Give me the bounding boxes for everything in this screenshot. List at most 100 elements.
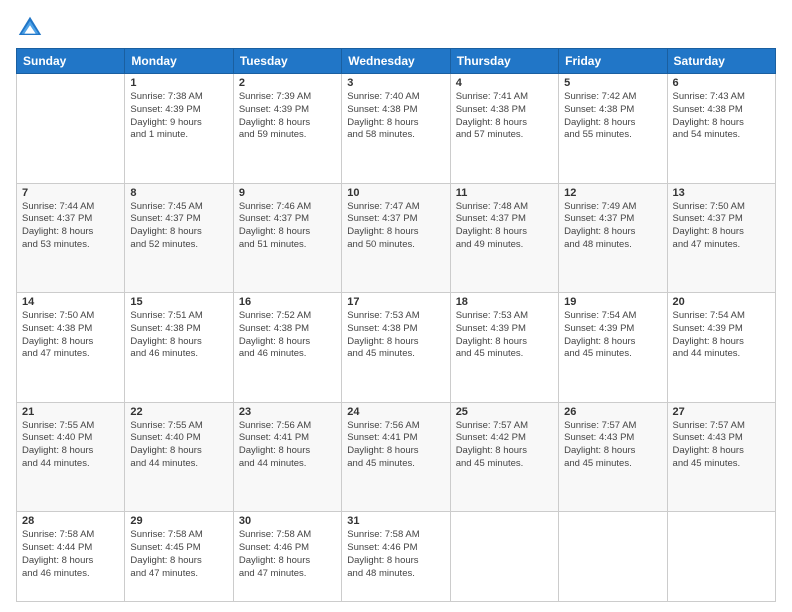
calendar-cell-w3-d4: 18Sunrise: 7:53 AM Sunset: 4:39 PM Dayli… [450, 293, 558, 403]
calendar-cell-w5-d2: 30 Sunrise: 7:58 AM Sunset: 4:46 PM Dayli… [233, 512, 341, 602]
day-number: 5 [564, 77, 661, 89]
day-number: 15 [130, 296, 227, 308]
calendar-cell-w1-d3: 3Sunrise: 7:40 AM Sunset: 4:38 PM Daylig… [342, 74, 450, 184]
weekday-header-friday: Friday [559, 49, 667, 74]
day-number: 1 [130, 77, 227, 89]
day-info: Sunrise: 7:58 AM Sunset: 4:46 PM Dayligh… [239, 529, 336, 580]
day-info: Sunrise: 7:44 AM Sunset: 4:37 PM Dayligh… [22, 201, 119, 252]
day-number: 6 [673, 77, 770, 89]
calendar-cell-w5-d6 [667, 512, 775, 602]
day-info: Sunrise: 7:56 AM Sunset: 4:41 PM Dayligh… [239, 420, 336, 471]
calendar-cell-w4-d5: 26 Sunrise: 7:57 AM Sunset: 4:43 PM Dayli… [559, 402, 667, 512]
day-info: Sunrise: 7:56 AM Sunset: 4:41 PM Dayligh… [347, 420, 444, 471]
calendar-cell-w3-d1: 15 Sunrise: 7:51 AM Sunset: 4:38 PM Dayli… [125, 293, 233, 403]
day-number: 21 [22, 406, 119, 418]
day-info: Sunrise: 7:42 AM Sunset: 4:38 PM Dayligh… [564, 91, 661, 142]
day-number: 24 [347, 406, 444, 418]
day-number: 12 [564, 187, 661, 199]
day-info: Sunrise: 7:41 AM Sunset: 4:38 PM Dayligh… [456, 91, 553, 142]
calendar-table: SundayMondayTuesdayWednesdayThursdayFrid… [16, 48, 776, 602]
calendar-cell-w1-d4: 4 Sunrise: 7:41 AM Sunset: 4:38 PM Daylig… [450, 74, 558, 184]
calendar-cell-w1-d1: 1 Sunrise: 7:38 AM Sunset: 4:39 PM Daylig… [125, 74, 233, 184]
calendar-cell-w2-d2: 9Sunrise: 7:46 AM Sunset: 4:37 PM Daylig… [233, 183, 341, 293]
day-number: 28 [22, 515, 119, 527]
weekday-row: SundayMondayTuesdayWednesdayThursdayFrid… [17, 49, 776, 74]
day-number: 25 [456, 406, 553, 418]
day-number: 11 [456, 187, 553, 199]
calendar-week-1: 1 Sunrise: 7:38 AM Sunset: 4:39 PM Daylig… [17, 74, 776, 184]
day-number: 26 [564, 406, 661, 418]
weekday-header-thursday: Thursday [450, 49, 558, 74]
day-info: Sunrise: 7:48 AM Sunset: 4:37 PM Dayligh… [456, 201, 553, 252]
page: SundayMondayTuesdayWednesdayThursdayFrid… [0, 0, 792, 612]
day-number: 2 [239, 77, 336, 89]
day-info: Sunrise: 7:52 AM Sunset: 4:38 PM Dayligh… [239, 310, 336, 361]
day-number: 10 [347, 187, 444, 199]
day-info: Sunrise: 7:50 AM Sunset: 4:38 PM Dayligh… [22, 310, 119, 361]
day-number: 20 [673, 296, 770, 308]
day-info: Sunrise: 7:55 AM Sunset: 4:40 PM Dayligh… [22, 420, 119, 471]
day-info: Sunrise: 7:38 AM Sunset: 4:39 PM Dayligh… [130, 91, 227, 142]
calendar-week-4: 21 Sunrise: 7:55 AM Sunset: 4:40 PM Dayli… [17, 402, 776, 512]
day-info: Sunrise: 7:57 AM Sunset: 4:43 PM Dayligh… [564, 420, 661, 471]
calendar-cell-w4-d4: 25 Sunrise: 7:57 AM Sunset: 4:42 PM Dayli… [450, 402, 558, 512]
calendar-cell-w4-d0: 21 Sunrise: 7:55 AM Sunset: 4:40 PM Dayli… [17, 402, 125, 512]
calendar-cell-w3-d2: 16 Sunrise: 7:52 AM Sunset: 4:38 PM Dayli… [233, 293, 341, 403]
day-info: Sunrise: 7:57 AM Sunset: 4:43 PM Dayligh… [673, 420, 770, 471]
day-info: Sunrise: 7:39 AM Sunset: 4:39 PM Dayligh… [239, 91, 336, 142]
calendar-cell-w3-d0: 14 Sunrise: 7:50 AM Sunset: 4:38 PM Dayli… [17, 293, 125, 403]
day-number: 19 [564, 296, 661, 308]
day-number: 16 [239, 296, 336, 308]
day-info: Sunrise: 7:57 AM Sunset: 4:42 PM Dayligh… [456, 420, 553, 471]
weekday-header-saturday: Saturday [667, 49, 775, 74]
calendar-cell-w4-d2: 23 Sunrise: 7:56 AM Sunset: 4:41 PM Dayli… [233, 402, 341, 512]
day-number: 14 [22, 296, 119, 308]
day-number: 23 [239, 406, 336, 418]
day-info: Sunrise: 7:49 AM Sunset: 4:37 PM Dayligh… [564, 201, 661, 252]
day-number: 13 [673, 187, 770, 199]
day-number: 30 [239, 515, 336, 527]
weekday-header-sunday: Sunday [17, 49, 125, 74]
logo [16, 14, 46, 42]
logo-icon [16, 14, 44, 42]
calendar-cell-w4-d3: 24 Sunrise: 7:56 AM Sunset: 4:41 PM Dayli… [342, 402, 450, 512]
calendar-cell-w5-d3: 31 Sunrise: 7:58 AM Sunset: 4:46 PM Dayli… [342, 512, 450, 602]
day-number: 4 [456, 77, 553, 89]
weekday-header-wednesday: Wednesday [342, 49, 450, 74]
day-info: Sunrise: 7:40 AM Sunset: 4:38 PM Dayligh… [347, 91, 444, 142]
weekday-header-monday: Monday [125, 49, 233, 74]
calendar-week-5: 28 Sunrise: 7:58 AM Sunset: 4:44 PM Dayli… [17, 512, 776, 602]
calendar-cell-w2-d3: 10 Sunrise: 7:47 AM Sunset: 4:37 PM Dayli… [342, 183, 450, 293]
calendar-cell-w3-d3: 17Sunrise: 7:53 AM Sunset: 4:38 PM Dayli… [342, 293, 450, 403]
day-number: 29 [130, 515, 227, 527]
day-info: Sunrise: 7:45 AM Sunset: 4:37 PM Dayligh… [130, 201, 227, 252]
day-info: Sunrise: 7:55 AM Sunset: 4:40 PM Dayligh… [130, 420, 227, 471]
calendar-cell-w1-d2: 2 Sunrise: 7:39 AM Sunset: 4:39 PM Daylig… [233, 74, 341, 184]
header [16, 10, 776, 42]
calendar-cell-w4-d1: 22 Sunrise: 7:55 AM Sunset: 4:40 PM Dayli… [125, 402, 233, 512]
day-number: 27 [673, 406, 770, 418]
calendar-cell-w2-d5: 12 Sunrise: 7:49 AM Sunset: 4:37 PM Dayli… [559, 183, 667, 293]
calendar-cell-w1-d5: 5 Sunrise: 7:42 AM Sunset: 4:38 PM Daylig… [559, 74, 667, 184]
day-info: Sunrise: 7:43 AM Sunset: 4:38 PM Dayligh… [673, 91, 770, 142]
day-info: Sunrise: 7:58 AM Sunset: 4:44 PM Dayligh… [22, 529, 119, 580]
day-info: Sunrise: 7:51 AM Sunset: 4:38 PM Dayligh… [130, 310, 227, 361]
calendar-cell-w5-d4 [450, 512, 558, 602]
calendar-cell-w1-d6: 6 Sunrise: 7:43 AM Sunset: 4:38 PM Daylig… [667, 74, 775, 184]
day-info: Sunrise: 7:53 AM Sunset: 4:38 PM Dayligh… [347, 310, 444, 361]
calendar-cell-w2-d6: 13Sunrise: 7:50 AM Sunset: 4:37 PM Dayli… [667, 183, 775, 293]
day-number: 9 [239, 187, 336, 199]
day-info: Sunrise: 7:54 AM Sunset: 4:39 PM Dayligh… [673, 310, 770, 361]
day-info: Sunrise: 7:47 AM Sunset: 4:37 PM Dayligh… [347, 201, 444, 252]
day-number: 22 [130, 406, 227, 418]
calendar-cell-w5-d0: 28 Sunrise: 7:58 AM Sunset: 4:44 PM Dayli… [17, 512, 125, 602]
calendar-cell-w2-d1: 8Sunrise: 7:45 AM Sunset: 4:37 PM Daylig… [125, 183, 233, 293]
calendar-cell-w2-d0: 7Sunrise: 7:44 AM Sunset: 4:37 PM Daylig… [17, 183, 125, 293]
calendar-cell-w4-d6: 27 Sunrise: 7:57 AM Sunset: 4:43 PM Dayli… [667, 402, 775, 512]
calendar-week-2: 7Sunrise: 7:44 AM Sunset: 4:37 PM Daylig… [17, 183, 776, 293]
calendar-cell-w5-d1: 29Sunrise: 7:58 AM Sunset: 4:45 PM Dayli… [125, 512, 233, 602]
day-number: 18 [456, 296, 553, 308]
calendar-cell-w3-d5: 19Sunrise: 7:54 AM Sunset: 4:39 PM Dayli… [559, 293, 667, 403]
day-info: Sunrise: 7:58 AM Sunset: 4:46 PM Dayligh… [347, 529, 444, 580]
day-number: 31 [347, 515, 444, 527]
